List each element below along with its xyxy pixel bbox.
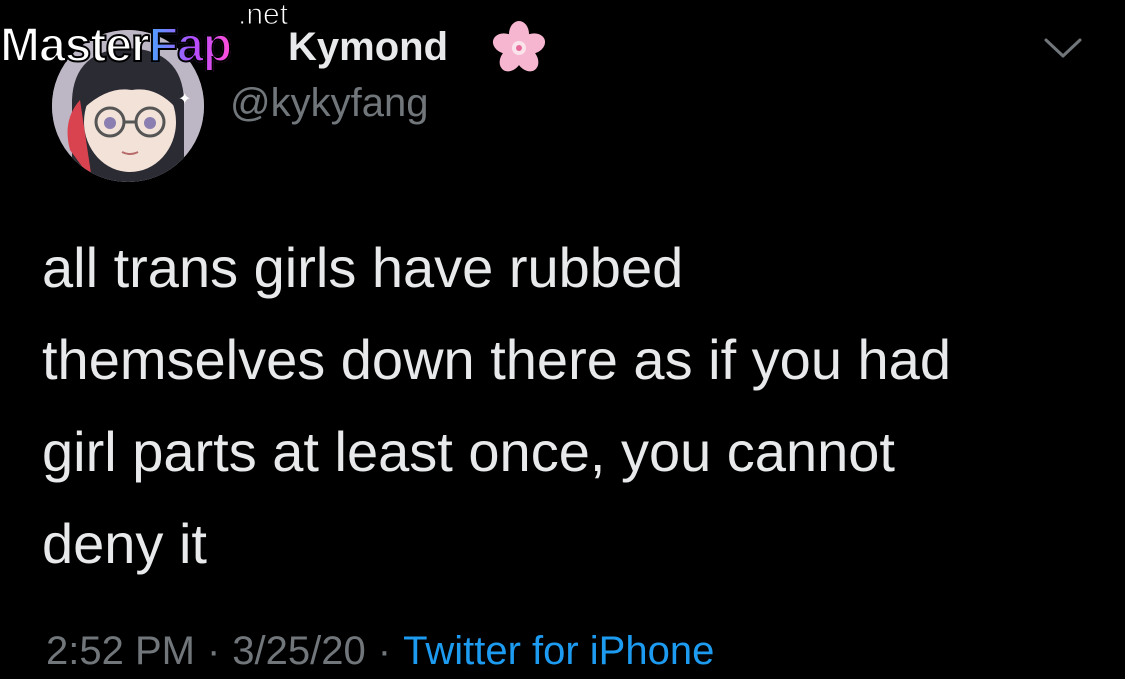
tweet-meta: 2:52 PM · 3/25/20 · Twitter for iPhone <box>46 624 714 678</box>
meta-separator: · <box>206 629 221 673</box>
tweet-source-link[interactable]: Twitter for iPhone <box>403 629 714 673</box>
chevron-down-icon[interactable] <box>1040 32 1086 66</box>
tweet-time[interactable]: 2:52 PM <box>46 629 195 673</box>
meta-separator: · <box>377 629 392 673</box>
user-handle[interactable]: @kykyfang <box>230 80 428 126</box>
watermark-fap: Fap <box>148 19 233 73</box>
watermark-master: Master <box>0 19 151 73</box>
cherry-blossom-icon <box>492 21 546 72</box>
watermark-logo: MasterFap .net <box>0 0 320 74</box>
display-name[interactable]: Kymond <box>288 24 448 70</box>
tweet-card: ✦ MasterFap .net Kymond @kykyfang all tr… <box>0 0 1125 679</box>
tweet-text: all trans girls have rubbed themselves d… <box>42 236 951 575</box>
watermark-net: .net <box>237 0 289 31</box>
tweet-date[interactable]: 3/25/20 <box>232 629 365 673</box>
svg-text:✦: ✦ <box>178 89 191 108</box>
